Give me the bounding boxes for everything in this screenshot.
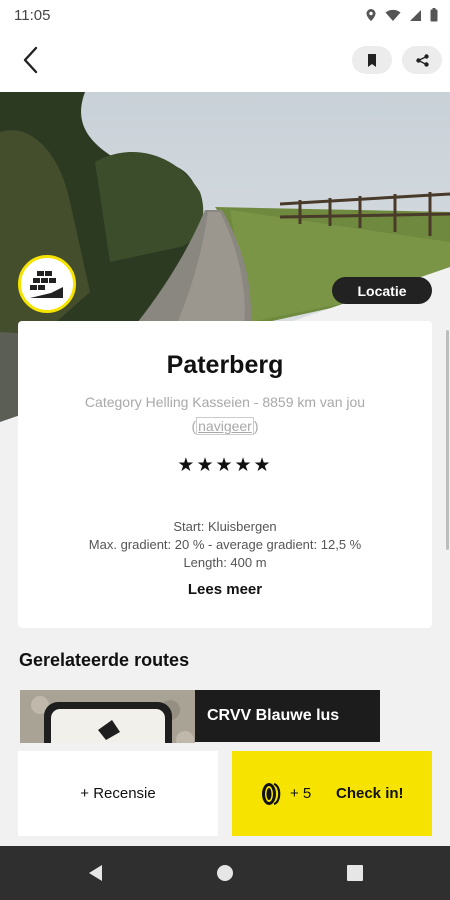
route-name: CRVV Blauwe lus <box>195 690 380 742</box>
nav-home-button[interactable] <box>215 863 235 883</box>
route-card[interactable]: CRVV Blauwe lus <box>20 690 380 750</box>
nav-recents-button[interactable] <box>345 863 365 883</box>
navigate-link-row: (navigeer) <box>191 417 259 435</box>
back-button[interactable] <box>12 42 48 78</box>
status-bar: 11:05 <box>0 0 450 30</box>
add-review-button[interactable]: + Recensie <box>18 751 218 836</box>
bookmark-icon <box>368 53 376 67</box>
top-app-bar <box>0 30 450 92</box>
status-icons <box>365 8 438 22</box>
segment-subtitle: Category Helling Kasseien - 8859 km van … <box>84 394 366 410</box>
signal-icon <box>410 9 421 21</box>
nav-back-button[interactable] <box>85 863 105 883</box>
segment-start: Start: Kluisbergen <box>173 519 277 534</box>
location-label: Locatie <box>332 277 432 304</box>
segment-info-card: Paterberg Category Helling Kasseien - 88… <box>18 321 432 628</box>
action-bar: + Recensie + 5 Check in! <box>0 743 450 846</box>
segment-title: Paterberg <box>166 351 284 379</box>
segment-gradient: Max. gradient: 20 % - average gradient: … <box>88 537 362 552</box>
cobblestone-climb-icon <box>30 271 63 298</box>
scrollbar[interactable] <box>446 330 449 550</box>
location-icon <box>366 9 376 21</box>
nav-home-icon <box>217 865 233 881</box>
navigate-link[interactable]: navigeer <box>196 417 254 435</box>
category-badge <box>18 255 76 313</box>
battery-icon <box>430 8 438 22</box>
check-in-points: + 5 <box>290 785 312 802</box>
check-in-label: Check in! <box>336 785 404 802</box>
bookmark-button[interactable] <box>352 46 392 74</box>
share-button[interactable] <box>402 46 442 74</box>
back-arrow-icon <box>23 46 38 74</box>
nav-back-icon <box>89 865 102 881</box>
route-thumbnail <box>20 690 195 750</box>
segment-details: Start: Kluisbergen Max. gradient: 20 % -… <box>18 518 432 572</box>
route-sign-image <box>20 690 195 750</box>
share-icon <box>415 53 429 67</box>
system-nav-bar <box>0 846 450 900</box>
check-in-button[interactable]: + 5 Check in! <box>232 751 432 836</box>
coin-icon <box>262 782 281 806</box>
rating-stars: ★★★★★ <box>177 455 273 476</box>
related-routes-heading: Gerelateerde routes <box>19 650 190 670</box>
wifi-icon <box>385 9 401 21</box>
read-more-button[interactable]: Lees meer <box>18 581 432 598</box>
status-time: 11:05 <box>14 6 51 24</box>
segment-length: Length: 400 m <box>183 555 267 570</box>
nav-recents-icon <box>347 865 363 881</box>
